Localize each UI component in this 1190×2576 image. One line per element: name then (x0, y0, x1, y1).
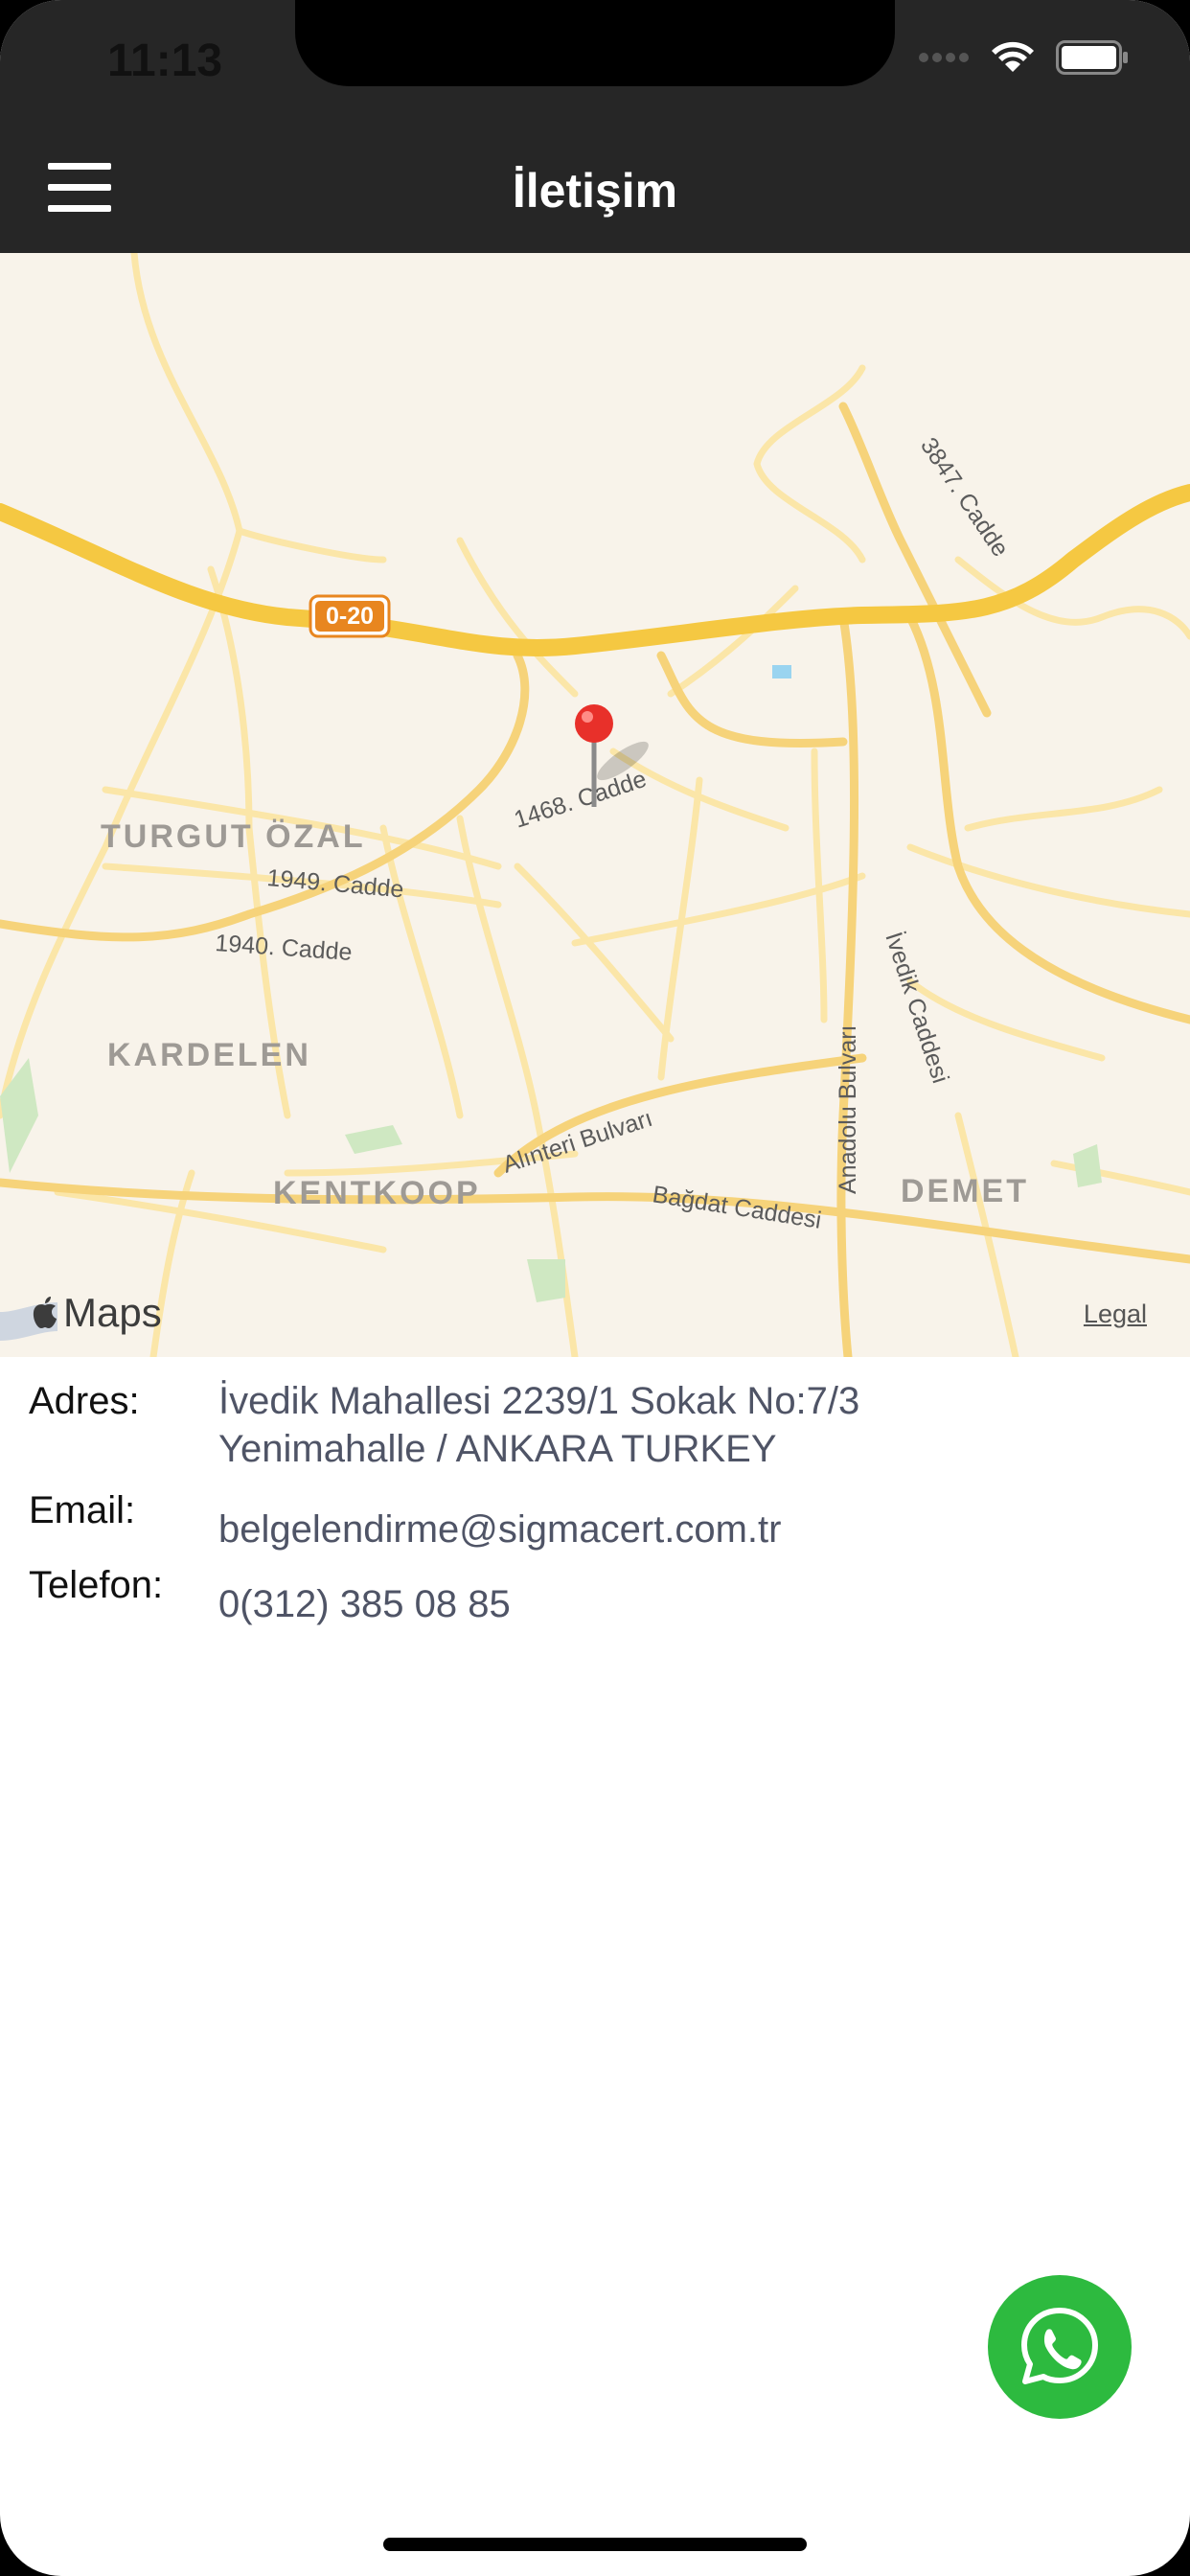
nav-bar: İletişim (0, 126, 1190, 253)
email-label: Email: (29, 1489, 136, 1531)
map-canvas[interactable]: 0-20 3847. Cadde 1468. Cadde 1949. Cadde… (0, 253, 1190, 1357)
whatsapp-icon (1021, 2308, 1098, 2384)
road-shield-badge: 0-20 (309, 594, 391, 638)
street-label: Alınteri Bulvarı (499, 1105, 655, 1179)
street-label: 1468. Cadde (511, 766, 650, 834)
address-line-1: İvedik Mahallesi 2239/1 Sokak No:7/3 (218, 1380, 860, 1422)
district-label: KARDELEN (107, 1037, 311, 1073)
maps-attribution[interactable]: Maps (29, 1290, 162, 1336)
water-feature (772, 665, 791, 678)
park-area (1073, 1144, 1102, 1187)
district-label: DEMET (901, 1173, 1029, 1209)
street-label: 3847. Cadde (915, 433, 1014, 562)
district-label: TURGUT ÖZAL (101, 818, 366, 855)
map-view[interactable]: 0-20 3847. Cadde 1468. Cadde 1949. Cadde… (0, 253, 1190, 1357)
battery-icon (1056, 40, 1128, 75)
status-time: 11:13 (107, 35, 223, 86)
device-notch (295, 0, 895, 86)
street-label: Anadolu Bulvarı (835, 1024, 861, 1194)
street-label: 1949. Cadde (265, 864, 404, 903)
park-area (527, 1259, 565, 1302)
apple-logo-icon (33, 1297, 57, 1328)
email-link[interactable]: belgelendirme@sigmacert.com.tr (218, 1508, 781, 1552)
wifi-icon (992, 41, 1034, 72)
page-title: İletişim (512, 164, 678, 218)
park-area (0, 1058, 38, 1173)
whatsapp-button[interactable] (988, 2275, 1132, 2419)
district-label: KENTKOOP (273, 1175, 481, 1211)
park-area (345, 1125, 402, 1154)
phone-link[interactable]: 0(312) 385 08 85 (218, 1583, 511, 1626)
street-label: İvedik Caddesi (880, 929, 954, 1087)
app-screen: 11:13 İletişim 0-20 3847. Cadde 1468. Ca… (0, 0, 1190, 2576)
address-line-2: Yenimahalle / ANKARA TURKEY (218, 1428, 777, 1470)
signal-icon (919, 53, 969, 62)
maps-attribution-label: Maps (63, 1290, 162, 1335)
highway-road (0, 484, 1190, 656)
address-label: Adres: (29, 1380, 140, 1422)
status-bar: 11:13 (0, 0, 1190, 126)
phone-label: Telefon: (29, 1564, 164, 1606)
street-label: 1940. Cadde (215, 930, 354, 966)
home-indicator (383, 2538, 807, 2551)
legal-link[interactable]: Legal (1084, 1300, 1147, 1329)
street-label: Bağdat Caddesi (651, 1181, 823, 1233)
status-icons (918, 40, 1129, 75)
road-shield-label: 0-20 (326, 603, 374, 630)
